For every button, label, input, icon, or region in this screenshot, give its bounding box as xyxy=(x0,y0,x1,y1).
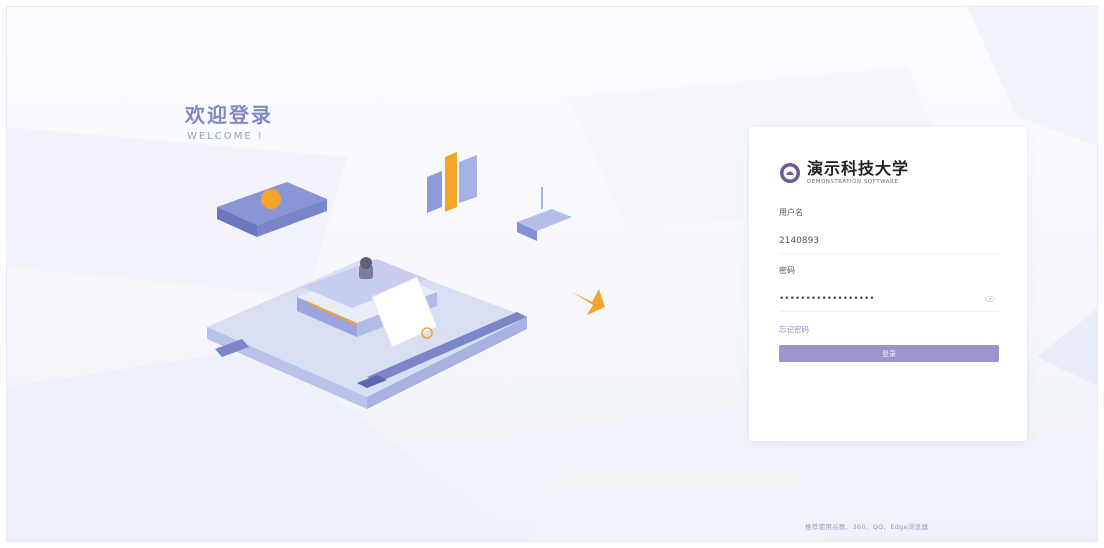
password-label: 密码 xyxy=(779,266,795,275)
isometric-illustration xyxy=(207,152,605,409)
username-input[interactable] xyxy=(779,231,997,251)
welcome-title: 欢迎登录 xyxy=(185,103,273,127)
browser-recommendation: 推荐使用谷歌、360、QQ、Edge浏览器 xyxy=(805,523,929,531)
login-card: 演示科技大学 DEMONSTRATION SOFTWARE 用户名 密码 忘记密… xyxy=(749,127,1027,441)
forgot-password-link[interactable]: 忘记密码 xyxy=(779,324,809,335)
login-page: 欢迎登录 WELCOME ! 演示科技大学 DEMONSTRATION SOFT… xyxy=(6,6,1098,542)
eye-icon[interactable] xyxy=(985,295,995,303)
school-logo: 演示科技大学 DEMONSTRATION SOFTWARE xyxy=(779,161,909,185)
username-underline xyxy=(779,253,999,254)
username-label: 用户名 xyxy=(779,208,803,217)
login-button[interactable]: 登录 xyxy=(779,345,999,362)
password-underline xyxy=(779,311,999,312)
school-name: 演示科技大学 xyxy=(807,159,910,178)
password-input[interactable] xyxy=(779,289,979,309)
school-emblem-icon xyxy=(780,163,800,183)
school-name-en: DEMONSTRATION SOFTWARE xyxy=(807,179,899,185)
